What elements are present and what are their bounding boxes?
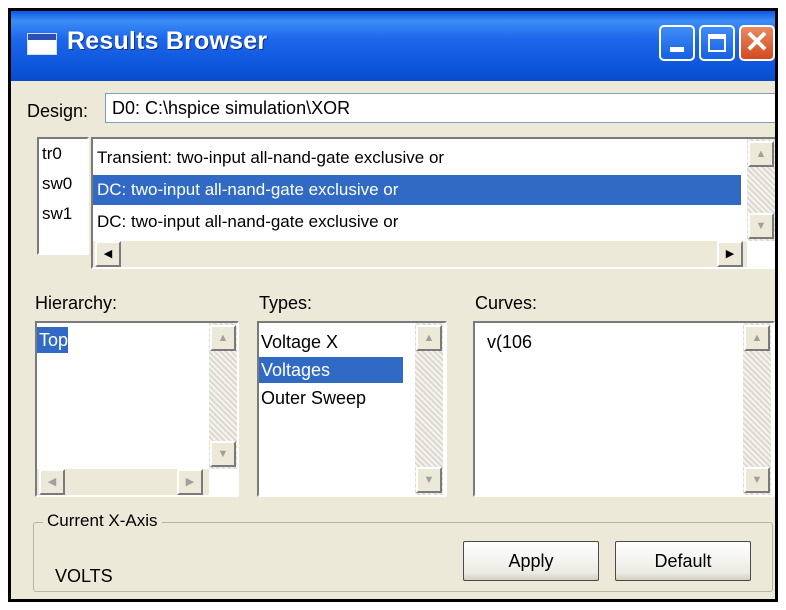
result-id[interactable]: sw1	[39, 199, 87, 229]
page-background: Results Browser ✕ Design: D0: C:\hspice …	[0, 0, 786, 610]
scroll-down-icon[interactable]: ▼	[744, 467, 770, 493]
result-row[interactable]: DC: two-input all-nand-gate exclusive or	[93, 207, 741, 237]
types-item-selected[interactable]: Voltages	[259, 357, 403, 383]
hierarchy-item-top[interactable]: Top	[37, 327, 69, 353]
hierarchy-vscrollbar[interactable]: ▲ ▼	[209, 323, 237, 469]
result-row-selected[interactable]: DC: two-input all-nand-gate exclusive or	[93, 175, 741, 205]
types-vscrollbar[interactable]: ▲ ▼	[415, 323, 443, 495]
hierarchy-list[interactable]: Top ▲ ▼ ◀ ▶	[35, 321, 239, 497]
result-id[interactable]: sw0	[39, 169, 87, 199]
scroll-left-icon[interactable]: ◀	[95, 241, 121, 267]
maximize-button[interactable]	[699, 25, 735, 61]
result-id[interactable]: tr0	[39, 139, 87, 169]
types-item[interactable]: Voltage X	[259, 329, 338, 355]
close-icon: ✕	[744, 26, 770, 59]
current-x-axis-label: Current X-Axis	[43, 511, 162, 531]
scroll-right-icon[interactable]: ▶	[717, 241, 743, 267]
result-id-list[interactable]: tr0 sw0 sw1	[37, 137, 89, 255]
result-list-hscrollbar[interactable]: ◀ ▶	[93, 241, 747, 267]
types-list[interactable]: Voltage X Voltages Outer Sweep ▲ ▼	[257, 321, 447, 497]
minimize-icon	[670, 47, 684, 52]
curves-label: Curves:	[475, 293, 538, 313]
scroll-up-icon[interactable]: ▲	[416, 325, 442, 351]
dialog-body: Design: D0: C:\hspice simulation\XOR tr0…	[11, 81, 775, 599]
result-row[interactable]: Transient: two-input all-nand-gate exclu…	[93, 143, 741, 173]
close-button[interactable]: ✕	[739, 25, 775, 61]
apply-button[interactable]: Apply	[463, 541, 599, 581]
scroll-up-icon[interactable]: ▲	[744, 325, 770, 351]
scroll-up-icon[interactable]: ▲	[210, 325, 236, 351]
scroll-left-icon[interactable]: ◀	[39, 469, 65, 495]
curves-vscrollbar[interactable]: ▲ ▼	[743, 323, 771, 495]
title-bar[interactable]: Results Browser ✕	[11, 11, 775, 81]
maximize-icon	[708, 34, 726, 52]
results-browser-window: Results Browser ✕ Design: D0: C:\hspice …	[8, 8, 778, 602]
scroll-down-icon[interactable]: ▼	[748, 213, 774, 239]
scroll-up-icon[interactable]: ▲	[748, 141, 774, 167]
design-label: Design:	[27, 101, 89, 121]
curves-list[interactable]: v(106 ▲ ▼	[473, 321, 775, 497]
curves-item[interactable]: v(106	[475, 329, 532, 355]
default-button[interactable]: Default	[615, 541, 751, 581]
hierarchy-label: Hierarchy:	[35, 293, 118, 313]
types-item[interactable]: Outer Sweep	[259, 385, 366, 411]
hierarchy-hscrollbar[interactable]: ◀ ▶	[37, 469, 209, 495]
scroll-right-icon[interactable]: ▶	[177, 469, 203, 495]
scroll-down-icon[interactable]: ▼	[416, 467, 442, 493]
types-label: Types:	[259, 293, 313, 313]
window-title: Results Browser	[67, 27, 268, 55]
result-list-vscrollbar[interactable]: ▲ ▼	[747, 139, 775, 241]
design-field[interactable]: D0: C:\hspice simulation\XOR	[105, 93, 775, 123]
window-icon	[27, 33, 57, 55]
scroll-down-icon[interactable]: ▼	[210, 441, 236, 467]
minimize-button[interactable]	[659, 25, 695, 61]
result-list[interactable]: Transient: two-input all-nand-gate exclu…	[91, 137, 775, 269]
current-x-axis-value: VOLTS	[55, 566, 113, 586]
